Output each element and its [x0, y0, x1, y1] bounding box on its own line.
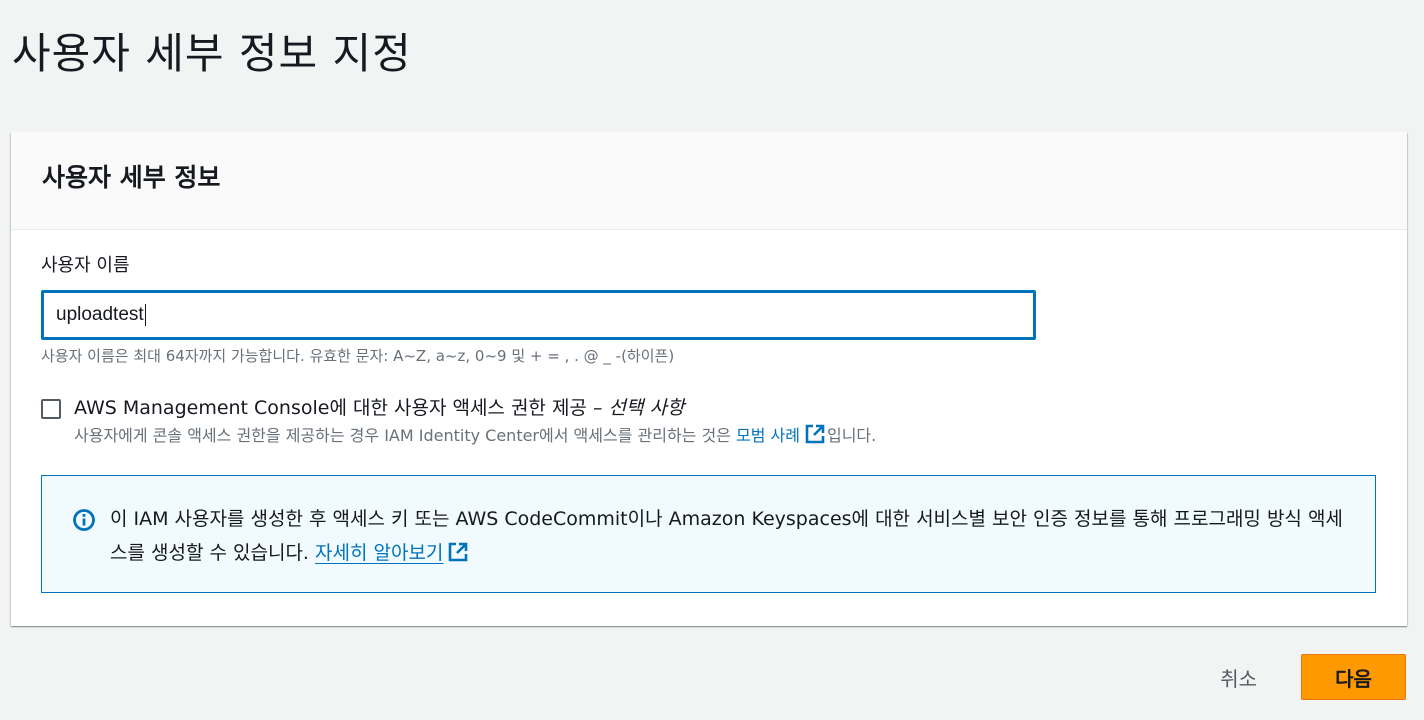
- form-actions: 취소 다음: [1220, 654, 1406, 700]
- text-caret: [144, 304, 146, 326]
- best-practice-link-label: 모범 사례: [736, 426, 800, 445]
- info-text: 이 IAM 사용자를 생성한 후 액세스 키 또는 AWS CodeCommit…: [110, 502, 1345, 570]
- info-alert: 이 IAM 사용자를 생성한 후 액세스 키 또는 AWS CodeCommit…: [41, 475, 1376, 593]
- learn-more-link[interactable]: 자세히 알아보기: [315, 542, 443, 564]
- optional-tag: 선택 사항: [608, 397, 685, 419]
- panel-header: 사용자 세부 정보: [11, 132, 1407, 230]
- info-message: 이 IAM 사용자를 생성한 후 액세스 키 또는 AWS CodeCommit…: [110, 508, 1343, 564]
- username-input[interactable]: uploadtest: [41, 290, 1036, 340]
- username-constraint: 사용자 이름은 최대 64자까지 가능합니다. 유효한 문자: A~Z, a~z…: [41, 347, 675, 365]
- info-icon: [73, 509, 95, 531]
- page-title: 사용자 세부 정보 지정: [12, 29, 412, 78]
- best-practice-link[interactable]: 모범 사례: [736, 424, 827, 445]
- external-link-icon: [805, 424, 825, 444]
- learn-more-label: 자세히 알아보기: [315, 542, 444, 564]
- username-value: uploadtest: [56, 304, 144, 325]
- console-access-desc-suffix: 입니다.: [826, 426, 877, 445]
- panel-title: 사용자 세부 정보: [42, 163, 221, 192]
- console-access-desc-text: 사용자에게 콘솔 액세스 권한을 제공하는 경우 IAM Identity Ce…: [74, 426, 736, 445]
- username-label: 사용자 이름: [41, 255, 130, 276]
- console-access-label-text: AWS Management Console에 대한 사용자 액세스 권한 제공…: [74, 397, 609, 419]
- console-access-label[interactable]: AWS Management Console에 대한 사용자 액세스 권한 제공…: [74, 394, 876, 422]
- console-access-option: AWS Management Console에 대한 사용자 액세스 권한 제공…: [41, 394, 1376, 448]
- console-access-checkbox[interactable]: [41, 399, 61, 419]
- panel-body: 사용자 이름 uploadtest 사용자 이름은 최대 64자까지 가능합니다…: [11, 230, 1407, 593]
- console-access-description: 사용자에게 콘솔 액세스 권한을 제공하는 경우 IAM Identity Ce…: [74, 423, 876, 448]
- user-details-panel: 사용자 세부 정보 사용자 이름 uploadtest 사용자 이름은 최대 6…: [11, 132, 1407, 626]
- next-button[interactable]: 다음: [1301, 654, 1406, 700]
- cancel-button[interactable]: 취소: [1220, 663, 1257, 692]
- external-link-icon: [449, 542, 468, 562]
